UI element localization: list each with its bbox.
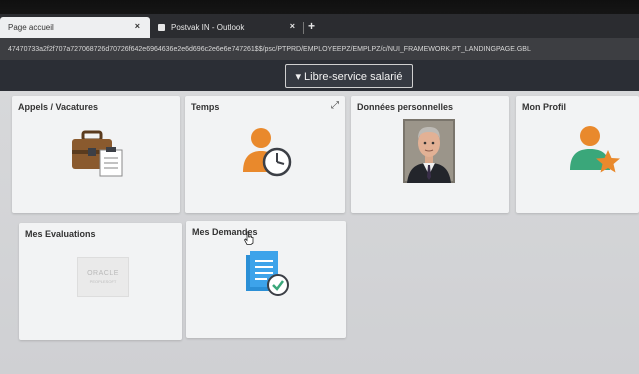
- tile-area: Appels / Vacatures Temps ⤢ Données perso…: [0, 91, 639, 374]
- tab-title: Page accueil: [8, 23, 54, 32]
- oracle-logo-text: ORACLE: [87, 270, 119, 277]
- browser-tab-bar: Page accueil × Postvak IN - Outlook × +: [0, 14, 639, 38]
- tile-donnees-personnelles[interactable]: Données personnelles: [351, 96, 509, 213]
- tile-temps[interactable]: Temps ⤢: [185, 96, 345, 213]
- tile-title: Appels / Vacatures: [18, 102, 99, 112]
- new-tab-button[interactable]: +: [308, 19, 315, 33]
- tab-page-accueil[interactable]: Page accueil ×: [0, 17, 150, 38]
- tile-mon-profil[interactable]: Mon Profil: [516, 96, 639, 213]
- peoplesoft-logo-text: PEOPLESOFT: [89, 279, 117, 284]
- oracle-peoplesoft-logo: ORACLE PEOPLESOFT: [77, 257, 129, 297]
- homepage-selector[interactable]: ▾ Libre-service salarié: [285, 64, 413, 88]
- document-check-icon: [246, 251, 289, 296]
- peoplesoft-header: ▾ Libre-service salarié: [0, 60, 639, 91]
- person-clock-icon: [243, 128, 292, 177]
- tile-title: Mon Profil: [522, 102, 566, 112]
- tile-mes-demandes[interactable]: Mes Demandes: [186, 221, 346, 338]
- tile-title: Mes Evaluations: [25, 229, 96, 239]
- tile-appels-vacatures[interactable]: Appels / Vacatures: [12, 96, 180, 213]
- tab-title: Postvak IN - Outlook: [171, 23, 245, 32]
- employee-photo: [403, 119, 455, 183]
- expand-icon[interactable]: ⤢: [331, 100, 339, 111]
- tile-title: Données personnelles: [357, 102, 454, 112]
- outlook-icon: [158, 24, 165, 31]
- hand-cursor-icon: [244, 231, 254, 245]
- tab-close-icon[interactable]: ×: [135, 21, 140, 31]
- tab-close-icon[interactable]: ×: [290, 21, 295, 31]
- tile-mes-evaluations[interactable]: Mes Evaluations ORACLE PEOPLESOFT: [19, 223, 182, 340]
- tab-separator: [303, 22, 304, 34]
- briefcase-icon: [72, 130, 123, 177]
- url-text: 47470733a2f2f707a727068726d70726f642e696…: [8, 45, 531, 53]
- homepage-selector-label: ▾ Libre-service salarié: [295, 70, 403, 83]
- tile-title: Temps: [191, 102, 220, 112]
- screen: Page accueil × Postvak IN - Outlook × + …: [0, 0, 639, 374]
- tab-outlook[interactable]: Postvak IN - Outlook ×: [150, 17, 305, 38]
- address-bar[interactable]: 47470733a2f2f707a727068726d70726f642e696…: [0, 38, 639, 60]
- person-star-icon: [570, 126, 620, 173]
